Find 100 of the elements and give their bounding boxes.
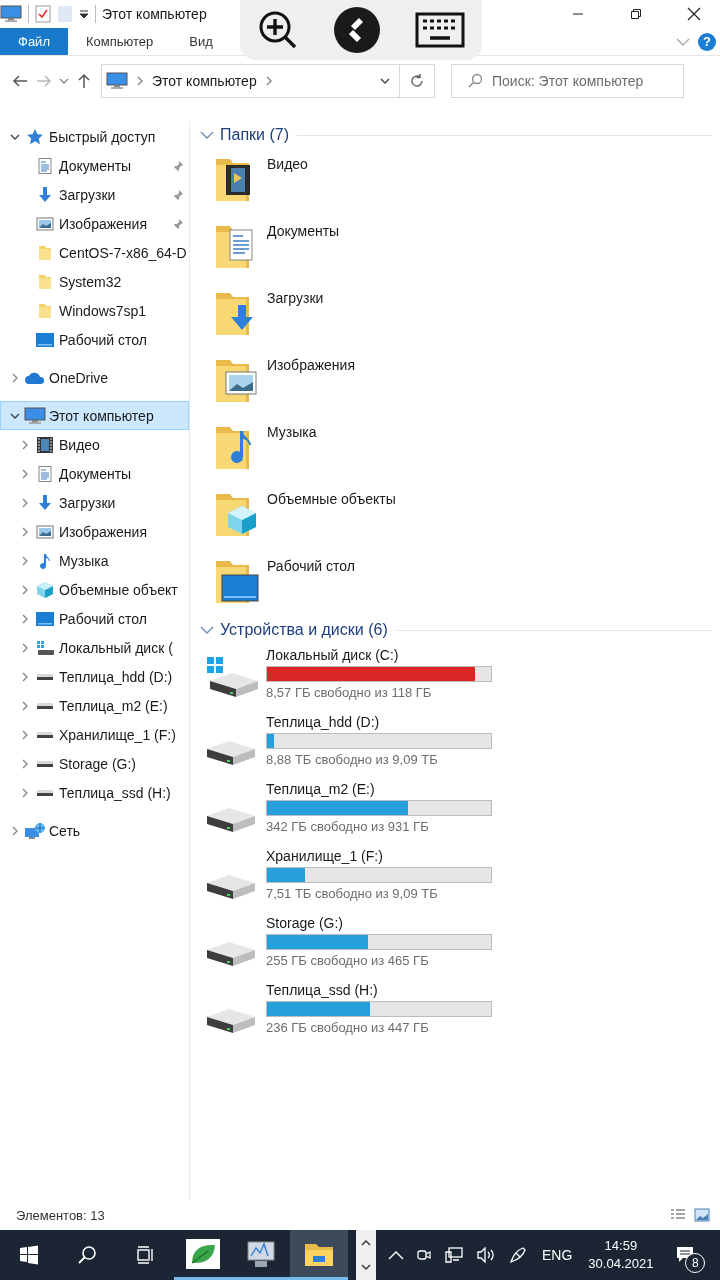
drive-icon [37, 673, 53, 680]
folder-name[interactable]: Рабочий стол [267, 558, 355, 574]
ribbon-tab[interactable]: Компьютер [67, 28, 172, 55]
nav-item[interactable]: Музыка [0, 546, 189, 575]
keyboard-icon[interactable] [414, 12, 465, 48]
search-field[interactable]: Поиск: Этот компьютер [451, 64, 684, 98]
address-bar[interactable]: Этот компьютер [101, 64, 435, 98]
drive-name[interactable]: Локальный диск (C:) [266, 647, 492, 663]
drive-icon [206, 874, 256, 900]
nav-item[interactable]: Рабочий стол [0, 604, 189, 633]
nav-label: Теплица_hdd (D:) [59, 668, 173, 685]
search-icon[interactable] [77, 1245, 97, 1265]
window-title: Этот компьютер [102, 6, 207, 22]
windows-drive-icon [206, 655, 260, 699]
nav-item[interactable]: Рабочий стол [0, 325, 189, 354]
remote-connection-icon[interactable] [334, 7, 380, 53]
search-icon [467, 73, 483, 89]
folder-name[interactable]: Загрузки [267, 290, 324, 306]
nav-item[interactable]: Сеть [0, 816, 189, 845]
nav-label: Хранилище_1 (F:) [59, 726, 176, 743]
nav-label: Сеть [49, 822, 81, 839]
drive-name[interactable]: Хранилище_1 (F:) [266, 848, 492, 864]
breadcrumb-item[interactable]: Этот компьютер [152, 73, 257, 89]
image-icon [36, 522, 54, 541]
task-view-icon[interactable] [135, 1245, 155, 1265]
nav-item[interactable]: Видео [0, 430, 189, 459]
clock[interactable]: 14:59 30.04.2021 [588, 1237, 654, 1273]
folder-icon [36, 272, 54, 291]
nav-item[interactable]: Хранилище_1 (F:) [0, 720, 189, 749]
nav-label: Быстрый доступ [49, 128, 156, 145]
nav-item[interactable]: Документы [0, 459, 189, 488]
folder-name[interactable]: Объемные объекты [267, 491, 396, 507]
close-icon[interactable] [687, 7, 701, 21]
computer-icon [24, 406, 46, 425]
properties-icon[interactable] [35, 5, 51, 23]
details-view-icon[interactable] [670, 1208, 686, 1222]
nav-item[interactable]: Загрузки [0, 180, 189, 209]
nav-item[interactable]: Windows7sp1 [0, 296, 189, 325]
nav-item[interactable]: System32 [0, 267, 189, 296]
ribbon-tab[interactable]: Файл [0, 28, 68, 55]
free-space-text: 7,51 ТБ свободно из 9,09 ТБ [266, 886, 439, 901]
nav-item[interactable]: Локальный диск ( [0, 633, 189, 662]
computer-icon[interactable] [0, 5, 22, 23]
taskbar-scroll-arrows[interactable] [356, 1230, 376, 1280]
nav-item[interactable]: Документы [0, 151, 189, 180]
download-arrow-icon [36, 493, 54, 512]
nav-label: Объемные объект [59, 581, 178, 598]
folder-name[interactable]: Документы [267, 223, 340, 239]
ribbon-tab[interactable]: Вид [171, 28, 231, 55]
folder-name[interactable]: Изображения [267, 357, 355, 373]
nav-label: Видео [59, 436, 100, 453]
nav-item[interactable]: Теплица_m2 (E:) [0, 691, 189, 720]
nav-item[interactable]: Изображения [0, 517, 189, 546]
nav-item[interactable]: Этот компьютер [0, 401, 189, 430]
star-icon [26, 127, 44, 146]
nav-item[interactable]: Быстрый доступ [0, 122, 189, 151]
refresh-icon [409, 73, 425, 89]
nav-item[interactable]: Загрузки [0, 488, 189, 517]
nav-item[interactable]: Теплица_hdd (D:) [0, 662, 189, 691]
document-icon [36, 156, 54, 175]
nav-item[interactable]: Изображения [0, 209, 189, 238]
large-icons-view-icon[interactable] [694, 1208, 710, 1222]
drive-name[interactable]: Storage (G:) [266, 915, 492, 931]
drive-icon [37, 702, 53, 709]
drive-icon [37, 760, 53, 767]
document-icon [36, 464, 54, 483]
drive-name[interactable]: Теплица_hdd (D:) [266, 714, 492, 730]
nav-label: Рабочий стол [59, 331, 147, 348]
folder-app-button[interactable] [290, 1230, 348, 1280]
free-space-text: 8,57 ГБ свободно из 118 ГБ [266, 685, 433, 700]
drive-icon [37, 789, 53, 796]
restore-icon[interactable] [630, 8, 642, 20]
free-space-text: 236 ГБ свободно из 447 ГБ [266, 1020, 430, 1035]
folder-name[interactable]: Музыка [267, 424, 317, 440]
folder-name[interactable]: Видео [267, 156, 308, 172]
nav-label: Локальный диск ( [59, 639, 173, 656]
nav-label: Документы [59, 157, 132, 174]
item-count: Элементов: 13 [16, 1207, 105, 1223]
download-arrow-icon [36, 185, 54, 204]
drive-icon [37, 731, 53, 738]
windows-drive-icon [35, 638, 55, 657]
section-title[interactable]: Папки (7) [220, 126, 289, 144]
dropdown-icon[interactable] [79, 9, 89, 19]
nav-label: Документы [59, 465, 132, 482]
nav-label: Windows7sp1 [59, 302, 147, 319]
nav-item[interactable]: Объемные объект [0, 575, 189, 604]
nav-label: Storage (G:) [59, 755, 137, 772]
start-icon[interactable] [19, 1245, 39, 1265]
nav-item[interactable]: Storage (G:) [0, 749, 189, 778]
drive-name[interactable]: Теплица_ssd (H:) [266, 982, 492, 998]
nav-item[interactable]: Теплица_ssd (H:) [0, 778, 189, 807]
nav-item[interactable]: OneDrive [0, 363, 189, 392]
section-title[interactable]: Устройства и диски (6) [220, 621, 388, 639]
folder-icon [36, 243, 54, 262]
folder-icon [36, 301, 54, 320]
drive-name[interactable]: Теплица_m2 (E:) [266, 781, 492, 797]
desktop-icon [35, 609, 55, 628]
language-indicator[interactable]: ENG [542, 1247, 573, 1263]
help-button[interactable]: ? [698, 32, 716, 51]
nav-item[interactable]: CentOS-7-x86_64-D [0, 238, 189, 267]
